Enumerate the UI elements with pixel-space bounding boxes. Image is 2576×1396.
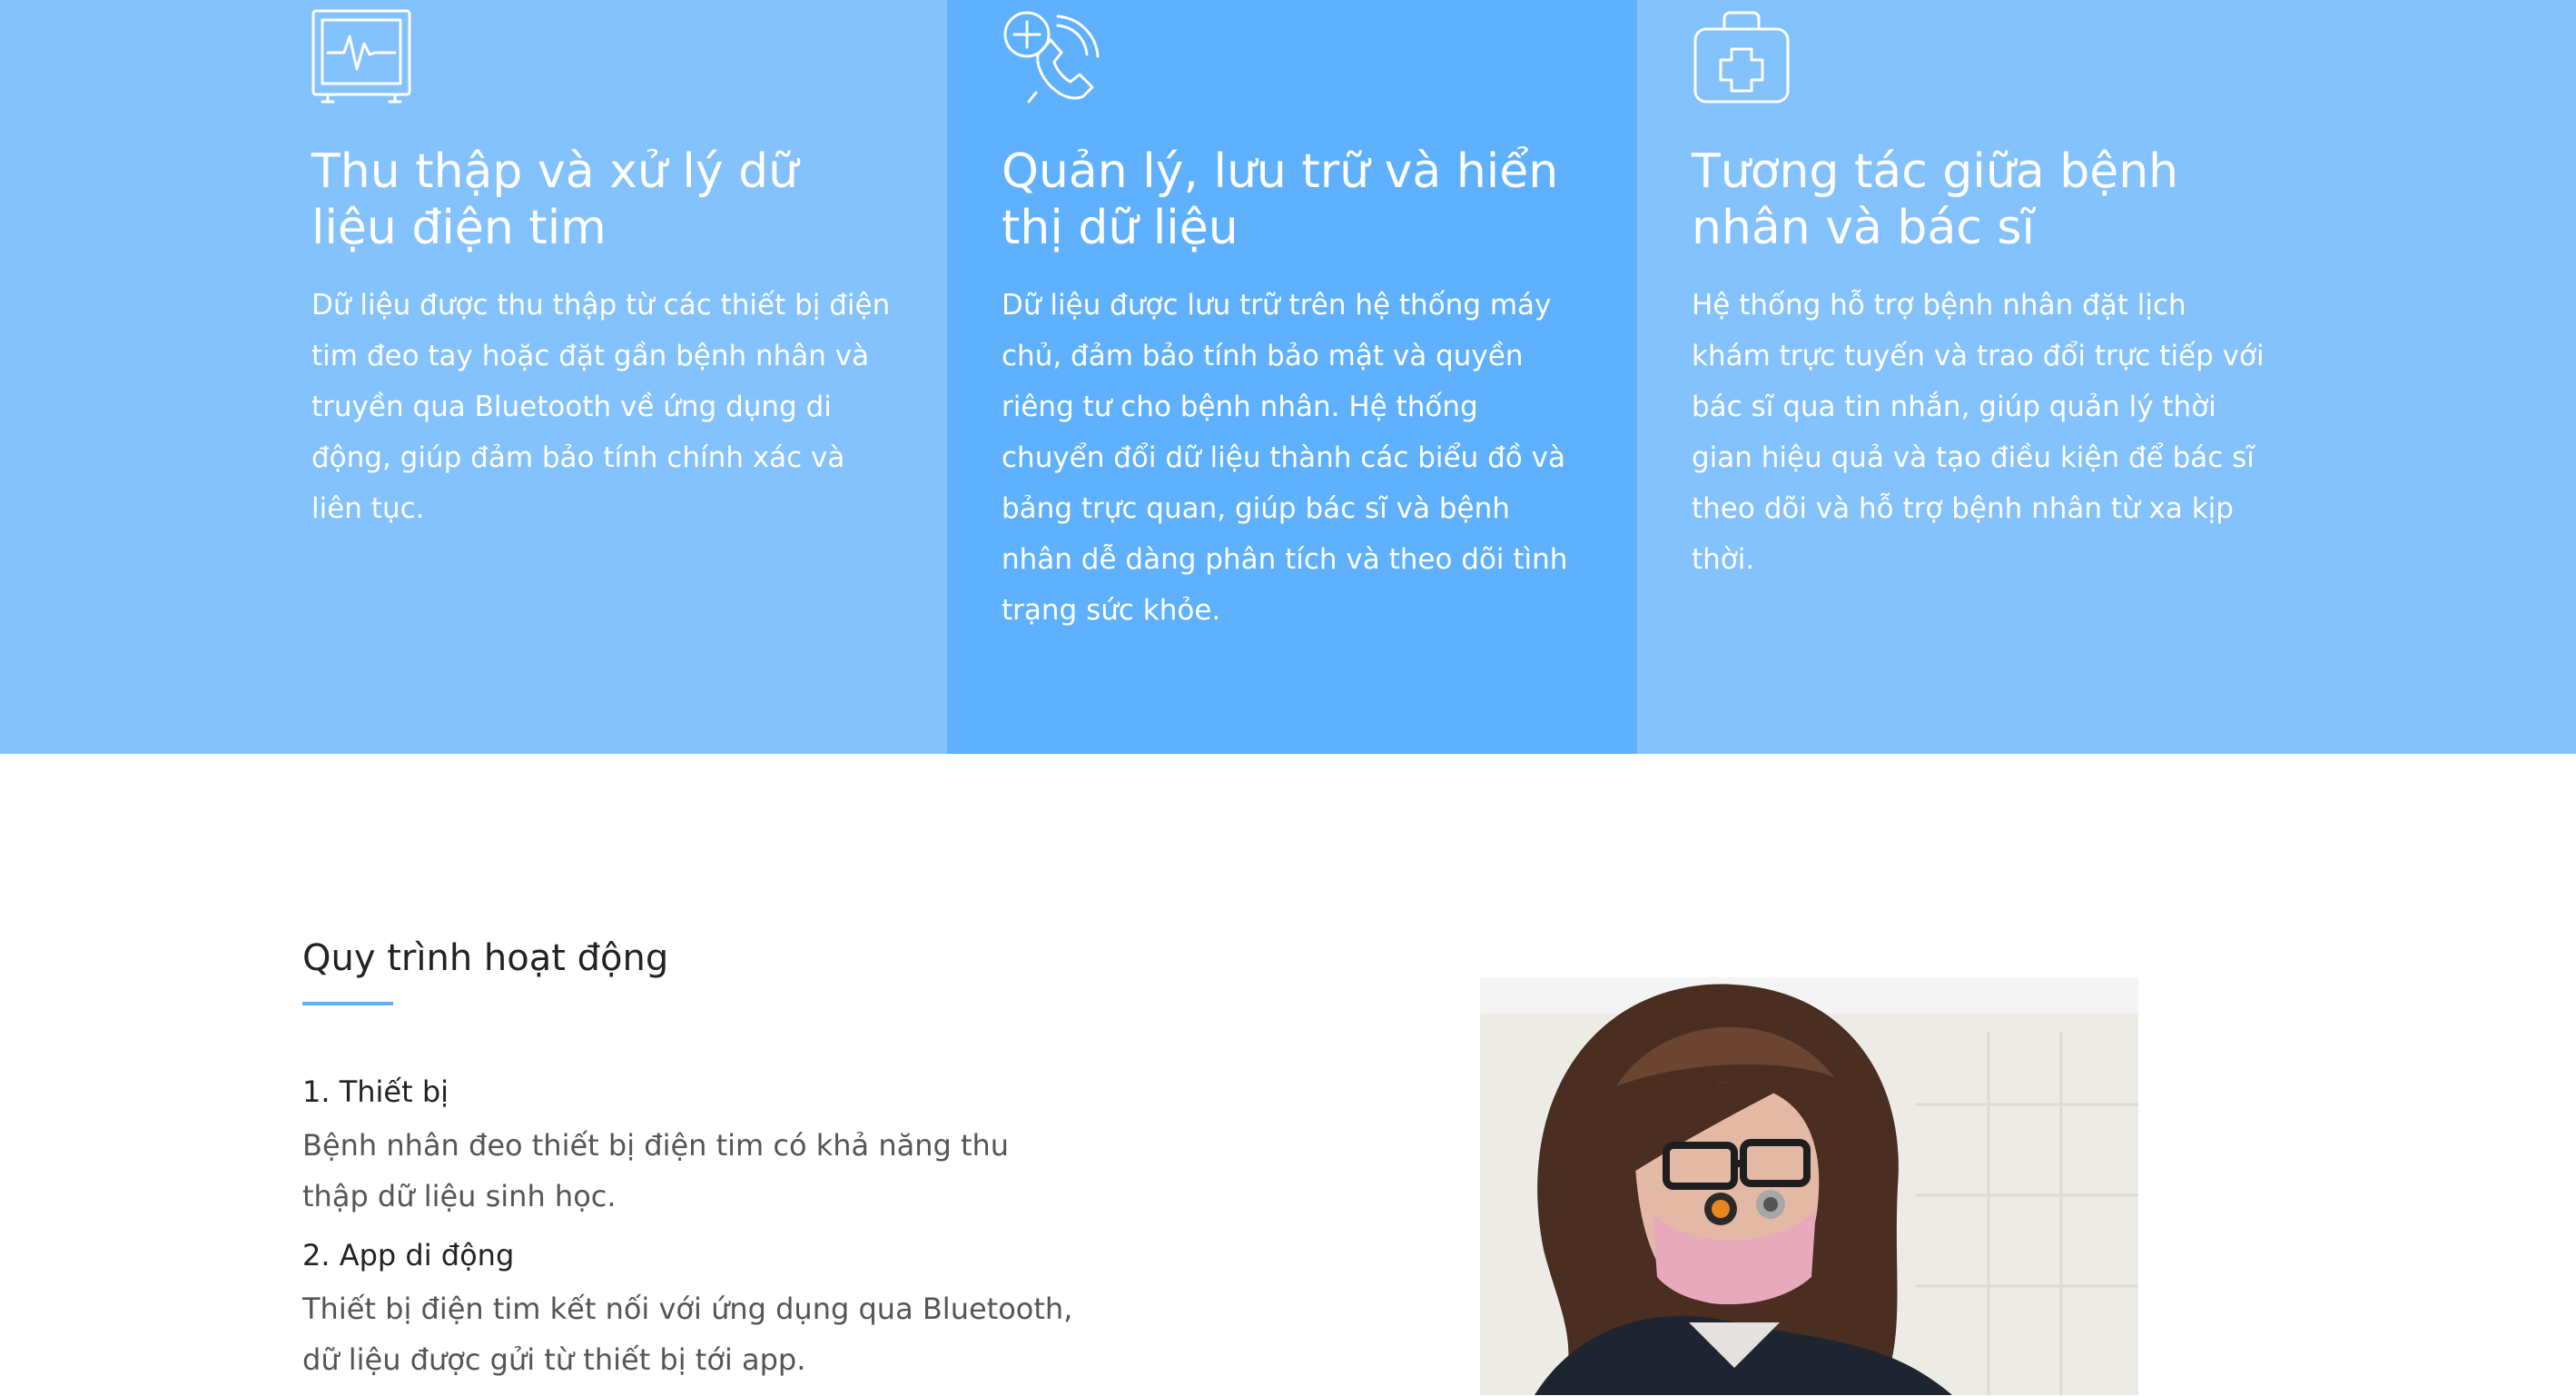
doctor-photo-illustration: [1480, 977, 2138, 1395]
feature-card-ecg: Thu thập và xử lý dữ liệu điện tim Dữ li…: [0, 0, 947, 754]
features-section: Thu thập và xử lý dữ liệu điện tim Dữ li…: [0, 0, 2576, 754]
feature-card-interaction: Tương tác giữa bệnh nhân và bác sĩ Hệ th…: [1637, 0, 2576, 754]
feature-title: Thu thập và xử lý dữ liệu điện tim: [311, 144, 799, 255]
first-aid-kit-icon: [1692, 9, 1791, 104]
process-steps: 1. Thiết bị Bệnh nhân đeo thiết bị điện …: [302, 1069, 1083, 1385]
process-section: Quy trình hoạt động 1. Thiết bị Bệnh nhâ…: [302, 922, 1083, 1396]
feature-description: Dữ liệu được thu thập từ các thiết bị đi…: [311, 289, 891, 525]
process-step-device: 1. Thiết bị Bệnh nhân đeo thiết bị điện …: [302, 1069, 1083, 1222]
step-title: 1. Thiết bị: [302, 1074, 449, 1109]
feature-description: Hệ thống hỗ trợ bệnh nhân đặt lịch khám …: [1692, 289, 2265, 576]
process-step-mobile-app: 2. App di động Thiết bị điện tim kết nối…: [302, 1233, 1083, 1385]
title-underline: [302, 1002, 393, 1005]
process-title: Quy trình hoạt động: [302, 937, 669, 979]
step-description: Bệnh nhân đeo thiết bị điện tim có khả n…: [302, 1128, 1010, 1213]
medical-phone-icon: [1002, 9, 1101, 104]
feature-title: Quản lý, lưu trữ và hiển thị dữ liệu: [1002, 144, 1559, 255]
feature-card-data: Quản lý, lưu trữ và hiển thị dữ liệu Dữ …: [947, 0, 1637, 754]
step-title: 2. App di động: [302, 1238, 515, 1272]
feature-title: Tương tác giữa bệnh nhân và bác sĩ: [1692, 144, 2179, 255]
doctor-photo: [1480, 977, 2138, 1395]
feature-description: Dữ liệu được lưu trữ trên hệ thống máy c…: [1002, 289, 1568, 627]
heart-monitor-icon: [311, 9, 411, 104]
step-description: Thiết bị điện tim kết nối với ứng dụng q…: [302, 1292, 1073, 1377]
